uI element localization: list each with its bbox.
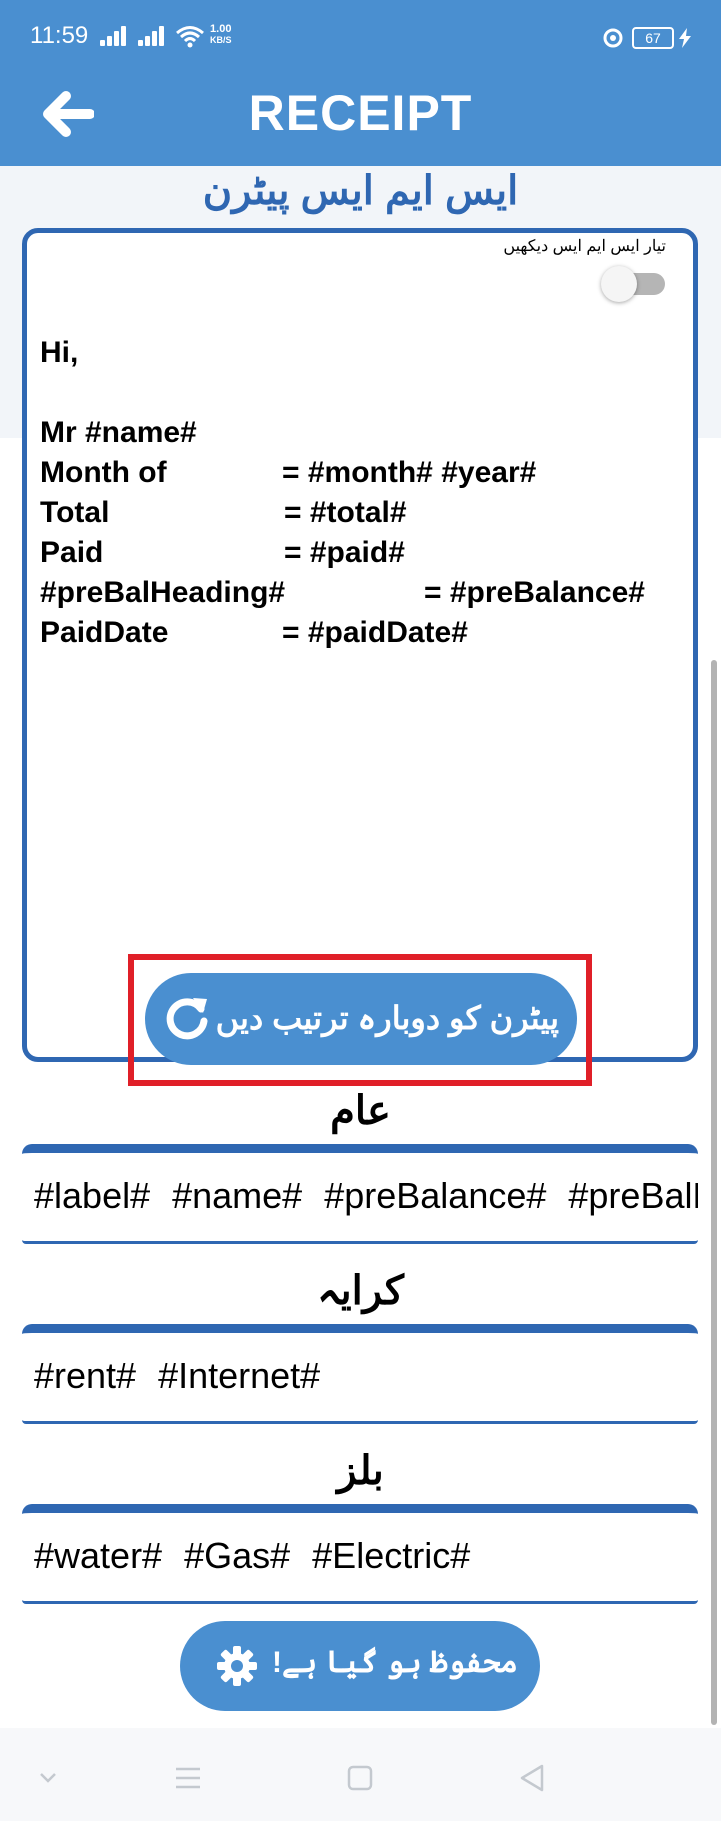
tag-chip[interactable]: #water# [34,1535,162,1576]
cell-signal-2-icon [138,26,168,46]
template-greeting: Hi, [40,336,79,369]
tag-group-heading: عام [330,1089,391,1133]
tag-chip[interactable]: #name# [172,1175,302,1216]
tag-chip[interactable]: #preBalHeading# [568,1175,698,1216]
template-row-value: = #month# #year# [282,456,537,489]
tag-chip[interactable]: #Electric# [312,1535,470,1576]
tag-chip[interactable]: #preBalance# [324,1175,546,1216]
sms-pattern-heading: ایس ایم ایس پیٹرن [202,169,519,213]
back-triangle-icon[interactable] [512,1758,552,1798]
gear-icon [217,1646,257,1686]
save-label: محفوظ ہو گیا ہے! [272,1646,518,1679]
net-speed: 1.00 KB/S [210,23,232,46]
template-row-value: = #total# [284,496,407,529]
preview-toggle-label: تیار ایس ایم ایس دیکھیں [503,238,666,255]
battery-indicator: 67 [632,27,674,49]
wifi-icon [176,26,204,48]
charging-icon [679,28,691,48]
tag-list-rent[interactable]: #rent# #Internet# [22,1324,698,1424]
page-title: RECEIPT [248,85,473,141]
template-row-label: Month of [40,456,167,489]
cell-signal-icon [100,26,130,46]
template-row-label: Paid [40,536,104,569]
tag-list-bills[interactable]: #water# #Gas# #Electric# [22,1504,698,1604]
reset-pattern-label: پیٹرن کو دوبارہ ترتیب دیں [215,1000,559,1036]
scrollbar[interactable] [711,660,717,1725]
reset-pattern-button[interactable]: پیٹرن کو دوبارہ ترتیب دیں [145,973,577,1065]
save-button[interactable]: محفوظ ہو گیا ہے! [180,1621,540,1711]
refresh-icon [166,998,208,1040]
tag-group-heading: کرایہ [317,1269,404,1313]
tag-chip[interactable]: #rent# [34,1355,136,1396]
tag-chip[interactable]: #label# [34,1175,150,1216]
template-row-label: #preBalHeading# [40,576,286,609]
tag-chip[interactable]: #Internet# [158,1355,320,1396]
tag-list-general[interactable]: #label# #name# #preBalance# #preBalHeading# [22,1144,698,1244]
template-name-line: Mr #name# [40,416,197,449]
template-row-value: = #preBalance# [424,576,645,609]
template-row-value: = #paid# [284,536,405,569]
status-time: 11:59 [30,22,89,49]
tag-chip[interactable]: #Gas# [184,1535,290,1576]
data-saver-icon [603,28,623,48]
tag-group-heading: بلز [337,1449,384,1493]
preview-sms-toggle[interactable] [601,266,667,302]
template-row-label: PaidDate [40,616,169,649]
template-row-label: Total [40,496,110,529]
template-row-value: = #paidDate# [282,616,468,649]
home-square-icon[interactable] [340,1758,380,1798]
chevron-down-icon[interactable] [28,1758,68,1798]
menu-icon[interactable] [168,1758,208,1798]
